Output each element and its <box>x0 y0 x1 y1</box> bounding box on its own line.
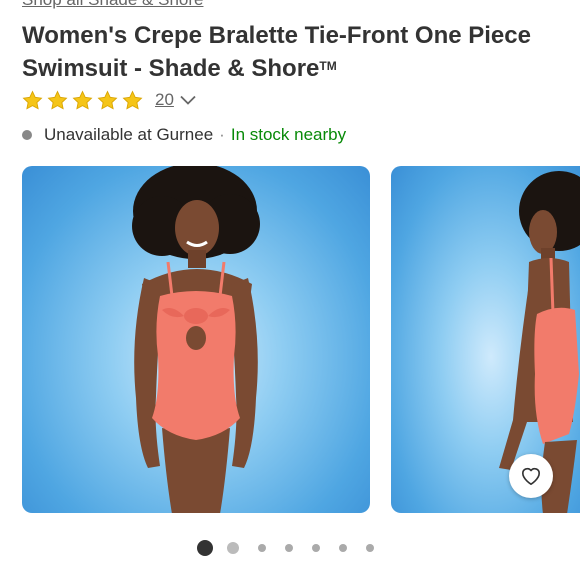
chevron-down-icon[interactable] <box>180 95 196 105</box>
star-icon <box>72 90 93 110</box>
star-icon <box>47 90 68 110</box>
store-status: Unavailable at Gurnee <box>44 125 214 144</box>
carousel-dot[interactable] <box>285 544 293 552</box>
carousel-dot[interactable] <box>312 544 320 552</box>
rating-summary[interactable]: 20 <box>22 86 196 114</box>
star-icon <box>22 90 43 110</box>
carousel-dot[interactable] <box>258 544 266 552</box>
model-front-illustration <box>132 166 260 513</box>
review-count-link[interactable]: 20 <box>155 90 174 110</box>
carousel-dot[interactable] <box>339 544 347 552</box>
star-icon <box>122 90 143 110</box>
product-image-side[interactable] <box>391 166 580 513</box>
favorite-button[interactable] <box>509 454 553 498</box>
star-icon <box>97 90 118 110</box>
trademark-symbol: TM <box>319 59 337 73</box>
carousel-pagination[interactable] <box>0 540 580 556</box>
store-availability: Unavailable at Gurnee · In stock nearby <box>22 125 346 145</box>
carousel-dot-active[interactable] <box>196 540 213 556</box>
in-stock-nearby-link[interactable]: In stock nearby <box>231 125 346 145</box>
carousel-dot[interactable] <box>366 544 374 552</box>
separator: · <box>219 125 225 144</box>
product-title: Women's Crepe Bralette Tie-Front One Pie… <box>22 22 531 82</box>
status-dot-icon <box>22 130 32 140</box>
model-side-illustration <box>499 171 580 513</box>
heart-icon <box>522 467 541 485</box>
product-image-front[interactable] <box>22 166 370 513</box>
carousel-dot[interactable] <box>227 542 239 554</box>
shop-all-link[interactable]: Shop all Shade & Shore <box>22 0 203 10</box>
